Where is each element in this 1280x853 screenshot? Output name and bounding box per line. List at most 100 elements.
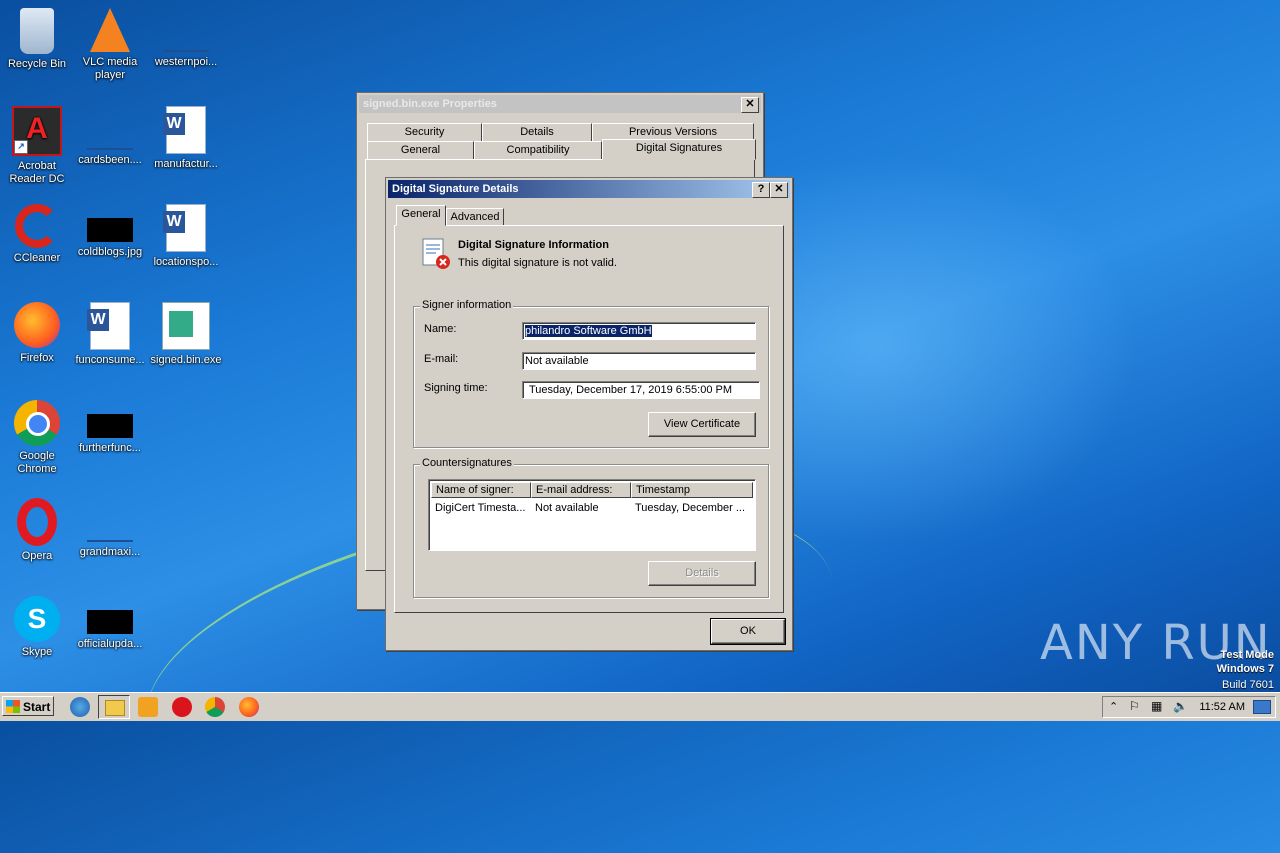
desktop-icon-chrome[interactable]: Google Chrome (0, 394, 74, 476)
icon-label: CCleaner (13, 252, 61, 264)
desktop-icon-signed-bin[interactable]: signed.bin.exe (149, 296, 223, 367)
help-button[interactable]: ? (752, 182, 770, 198)
column-timestamp[interactable]: Timestamp (631, 482, 753, 498)
signing-time-field[interactable]: Tuesday, December 17, 2019 6:55:00 PM (522, 381, 760, 399)
table-row-email[interactable]: Not available (535, 502, 629, 514)
icon-label: Google Chrome (17, 450, 57, 475)
signer-info-group: Signer information Name: philandro Softw… (413, 299, 769, 448)
volume-icon[interactable]: 🔈 (1173, 699, 1188, 713)
desktop-icon-manufactur[interactable]: W manufactur... (149, 100, 223, 171)
email-label: E-mail: (424, 353, 459, 365)
icon-label: funconsume... (75, 354, 145, 366)
icon-label: grandmaxi... (79, 546, 141, 558)
ok-button[interactable]: OK (710, 618, 786, 645)
icon-label: Recycle Bin (7, 58, 67, 70)
desktop-icon-coldblogs[interactable]: coldblogs.jpg (73, 198, 147, 259)
start-button[interactable]: Start (2, 696, 54, 716)
tab-details[interactable]: Details (482, 123, 592, 142)
start-label: Start (23, 700, 51, 714)
desktop-icon-locationspo[interactable]: W locationspo... (149, 198, 223, 269)
word-doc-icon: W (87, 302, 130, 350)
icon-label: signed.bin.exe (150, 354, 222, 366)
desktop-icon-ccleaner[interactable]: CCleaner (0, 198, 74, 265)
icon-label: locationspo... (153, 256, 219, 268)
tab-security[interactable]: Security (367, 123, 482, 142)
dialog-titlebar[interactable]: Digital Signature Details ? ✕ (388, 180, 790, 198)
signing-time-label: Signing time: (424, 382, 488, 394)
chrome-taskbar-icon[interactable] (205, 697, 225, 717)
exe-icon (162, 302, 210, 350)
name-field[interactable]: philandro Software GmbH (522, 322, 756, 340)
opera-taskbar-icon[interactable] (172, 697, 192, 717)
name-label: Name: (424, 323, 457, 335)
countersignatures-list[interactable]: Name of signer: E-mail address: Timestam… (428, 479, 756, 551)
details-button[interactable]: Details (648, 561, 756, 586)
desktop-icon-vlc[interactable]: VLC media player (73, 2, 147, 82)
action-center-flag-icon[interactable]: ⚐ (1129, 699, 1140, 713)
internet-explorer-icon[interactable] (70, 697, 90, 717)
name-value: philandro Software GmbH (525, 325, 652, 337)
desktop-icon-firefox[interactable]: Firefox (0, 296, 74, 365)
ccleaner-icon (15, 204, 59, 248)
tab-general[interactable]: General (367, 141, 474, 160)
recycle-bin-icon (20, 8, 54, 54)
icon-label: VLC media player (82, 56, 138, 81)
image-file-icon (87, 218, 133, 242)
desktop-icon-westernpoi[interactable]: westernpoi... (149, 2, 223, 69)
firefox-taskbar-icon[interactable] (239, 697, 259, 717)
close-icon[interactable]: ✕ (741, 97, 759, 113)
table-row-timestamp[interactable]: Tuesday, December ... (635, 502, 751, 514)
icon-label: manufactur... (154, 158, 218, 170)
desktop-icon-officialupda[interactable]: officialupda... (73, 590, 147, 651)
skype-icon: S (14, 596, 60, 642)
icon-label: Opera (21, 550, 53, 562)
desktop-icon-cardsbeen[interactable]: cardsbeen.... (73, 100, 147, 167)
column-email-address[interactable]: E-mail address: (531, 482, 631, 498)
clock[interactable]: 11:52 AM (1199, 697, 1245, 717)
window-title: signed.bin.exe Properties (363, 98, 497, 110)
desktop-icon-opera[interactable]: Opera (0, 492, 74, 563)
signature-details-dialog[interactable]: Digital Signature Details ? ✕ General Ad… (385, 177, 793, 651)
column-name-of-signer[interactable]: Name of signer: (431, 482, 531, 498)
chrome-icon (14, 400, 60, 446)
vlc-icon (90, 8, 130, 52)
tab-compatibility[interactable]: Compatibility (474, 141, 602, 160)
tab-digital-signatures[interactable]: Digital Signatures (602, 139, 756, 160)
properties-titlebar[interactable]: signed.bin.exe Properties ✕ (359, 95, 761, 113)
dialog-title: Digital Signature Details (392, 183, 519, 195)
network-icon[interactable]: ▦ (1151, 699, 1162, 713)
file-icon (87, 518, 133, 542)
image-file-icon (87, 610, 133, 634)
countersignatures-group: Countersignatures Name of signer: E-mail… (413, 457, 769, 598)
build-label: Build 7601 (1222, 679, 1274, 691)
tab-general[interactable]: General (396, 205, 446, 226)
windows-version-label: Windows 7 (1216, 663, 1274, 675)
acrobat-icon: A ↗ (12, 106, 62, 156)
icon-label: furtherfunc... (79, 442, 141, 454)
media-player-icon[interactable] (138, 697, 158, 717)
word-doc-icon: W (163, 204, 206, 252)
explorer-taskbar-button[interactable] (98, 695, 130, 719)
icon-label: officialupda... (77, 638, 143, 650)
desktop-icon-acrobat[interactable]: A ↗ Acrobat Reader DC (0, 100, 74, 186)
countersignatures-title: Countersignatures (420, 457, 514, 469)
desktop-icon-funconsume[interactable]: W funconsume... (73, 296, 147, 367)
icon-label: Firefox (20, 352, 54, 364)
desktop-icon-recycle-bin[interactable]: Recycle Bin (0, 2, 74, 71)
system-tray: ⌃ ⚐ ▦ 🔈 11:52 AM (1102, 696, 1276, 718)
image-file-icon (87, 414, 133, 438)
show-hidden-icons-icon[interactable]: ⌃ (1109, 700, 1118, 713)
icon-label: westernpoi... (154, 56, 218, 68)
table-row-signer[interactable]: DigiCert Timesta... (435, 502, 529, 514)
desktop-icon-furtherfunc[interactable]: furtherfunc... (73, 394, 147, 455)
close-button[interactable]: ✕ (770, 182, 788, 198)
email-field[interactable]: Not available (522, 352, 756, 370)
view-certificate-button[interactable]: View Certificate (648, 412, 756, 437)
desktop-icon-grandmaxi[interactable]: grandmaxi... (73, 492, 147, 559)
show-desktop-icon[interactable] (1253, 700, 1271, 714)
desktop-icon-skype[interactable]: S Skype (0, 590, 74, 659)
opera-icon (17, 498, 57, 546)
folder-icon (105, 700, 125, 716)
signer-info-title: Signer information (420, 299, 514, 311)
word-doc-icon: W (163, 106, 206, 154)
